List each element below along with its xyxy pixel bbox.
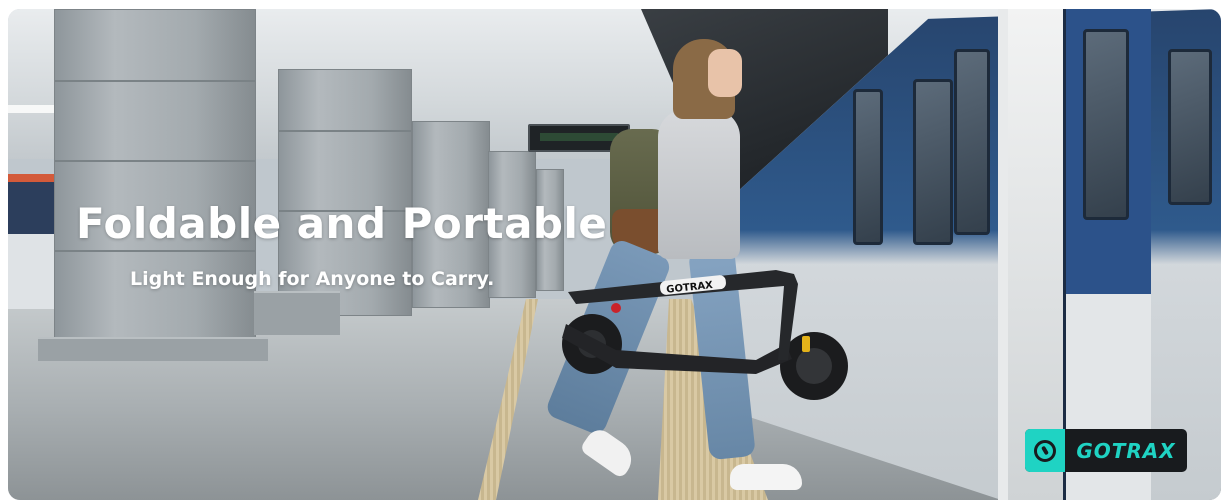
train-window <box>1083 29 1129 220</box>
subheadline: Light Enough for Anyone to Carry. <box>130 268 495 290</box>
train-window <box>853 89 883 245</box>
scooter-brake-light <box>611 303 621 313</box>
folded-scooter: GOTRAX <box>562 270 848 400</box>
background-train <box>8 174 56 309</box>
train-window <box>1168 49 1212 205</box>
train-window <box>954 49 990 235</box>
train-window <box>913 79 953 245</box>
gotrax-logo-icon <box>1025 429 1065 472</box>
train-open-door <box>1008 9 1066 500</box>
hero-banner: GOTRAX Foldable and Portable Light Enoug… <box>8 9 1221 500</box>
brand-logo-text: GOTRAX <box>1076 438 1176 463</box>
pillar-base <box>38 337 268 361</box>
platform-pillar <box>54 9 256 341</box>
brand-logo: GOTRAX <box>1025 429 1187 472</box>
headline: Foldable and Portable <box>76 199 608 248</box>
person-torso <box>658 109 740 259</box>
person-face <box>708 49 742 97</box>
person-shoe <box>730 464 802 490</box>
pillar-base <box>254 291 340 335</box>
scooter-reflector <box>802 336 810 352</box>
